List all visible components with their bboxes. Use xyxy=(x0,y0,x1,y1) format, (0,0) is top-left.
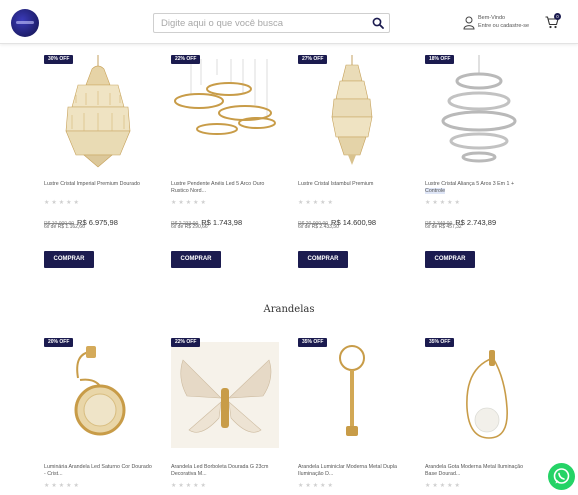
installments: 6x de R$ 1.162,66 xyxy=(44,224,85,230)
product-name[interactable]: Arandela Luminiclar Moderna Metal Dupla … xyxy=(298,464,406,478)
product-name[interactable]: Luminária Arandela Led Saturno Cor Doura… xyxy=(44,464,152,478)
search-icon[interactable] xyxy=(372,17,384,29)
welcome-text: Bem-Vindo xyxy=(478,15,506,21)
buy-button[interactable]: COMPRAR xyxy=(171,251,221,268)
store-logo[interactable] xyxy=(11,9,39,37)
discount-badge: 27% OFF xyxy=(298,55,328,64)
search-input[interactable] xyxy=(154,14,364,32)
product-image[interactable] xyxy=(298,55,406,170)
product-image[interactable] xyxy=(425,55,533,170)
discount-badge: 35% OFF xyxy=(298,338,328,347)
section-title-arandelas: Arandelas xyxy=(263,304,315,315)
whatsapp-button[interactable] xyxy=(548,463,575,490)
discount-badge: 22% OFF xyxy=(171,338,201,347)
rating-stars: ★★★★★ xyxy=(298,483,335,489)
product-name[interactable]: Lustre Cristal Istambul Premium xyxy=(298,181,406,188)
buy-button[interactable]: COMPRAR xyxy=(425,251,475,268)
discount-badge: 18% OFF xyxy=(425,55,455,64)
rating-stars: ★★★★★ xyxy=(298,200,335,206)
product-image[interactable] xyxy=(425,338,533,453)
product-image[interactable] xyxy=(298,338,406,453)
product-image[interactable] xyxy=(44,338,152,453)
installments: 6x de R$ 457,32 xyxy=(425,224,462,230)
discount-badge: 35% OFF xyxy=(425,338,455,347)
user-icon xyxy=(463,16,475,30)
rating-stars: ★★★★★ xyxy=(171,200,208,206)
login-register-link[interactable]: Entre ou cadastre-se xyxy=(478,23,529,29)
cart-count-badge: 0 xyxy=(554,13,561,20)
installments: 6x de R$ 2.433,50 xyxy=(298,224,339,230)
product-name-text: Lustre Cristal Aliança 5 Aros 3 Em 1 + xyxy=(425,181,515,187)
product-name[interactable]: Arandela Gota Moderna Metal Iluminação B… xyxy=(425,464,533,478)
site-header: Bem-Vindo Entre ou cadastre-se 0 xyxy=(0,0,578,44)
account-link[interactable]: Bem-Vindo Entre ou cadastre-se xyxy=(463,14,533,34)
product-name-highlight: Controle xyxy=(425,188,446,194)
search-bar xyxy=(153,13,390,33)
discount-badge: 30% OFF xyxy=(44,55,74,64)
product-image[interactable] xyxy=(171,55,279,170)
buy-button[interactable]: COMPRAR xyxy=(298,251,348,268)
product-name[interactable]: Arandela Led Borboleta Dourada G 23cm De… xyxy=(171,464,279,478)
product-image[interactable] xyxy=(44,55,152,170)
rating-stars: ★★★★★ xyxy=(44,483,81,489)
product-image[interactable] xyxy=(171,338,279,453)
whatsapp-icon xyxy=(553,468,570,484)
rating-stars: ★★★★★ xyxy=(425,200,462,206)
rating-stars: ★★★★★ xyxy=(171,483,208,489)
product-name[interactable]: Lustre Cristal Imperial Premium Dourado xyxy=(44,181,152,188)
discount-badge: 22% OFF xyxy=(171,55,201,64)
rating-stars: ★★★★★ xyxy=(44,200,81,206)
buy-button[interactable]: COMPRAR xyxy=(44,251,94,268)
product-name[interactable]: Lustre Cristal Aliança 5 Aros 3 Em 1 + C… xyxy=(425,181,533,195)
installments: 6x de R$ 290,66 xyxy=(171,224,208,230)
rating-stars: ★★★★★ xyxy=(425,483,462,489)
product-name[interactable]: Lustre Pendente Anéis Led 5 Arco Ouro Ru… xyxy=(171,181,279,195)
discount-badge: 20% OFF xyxy=(44,338,74,347)
